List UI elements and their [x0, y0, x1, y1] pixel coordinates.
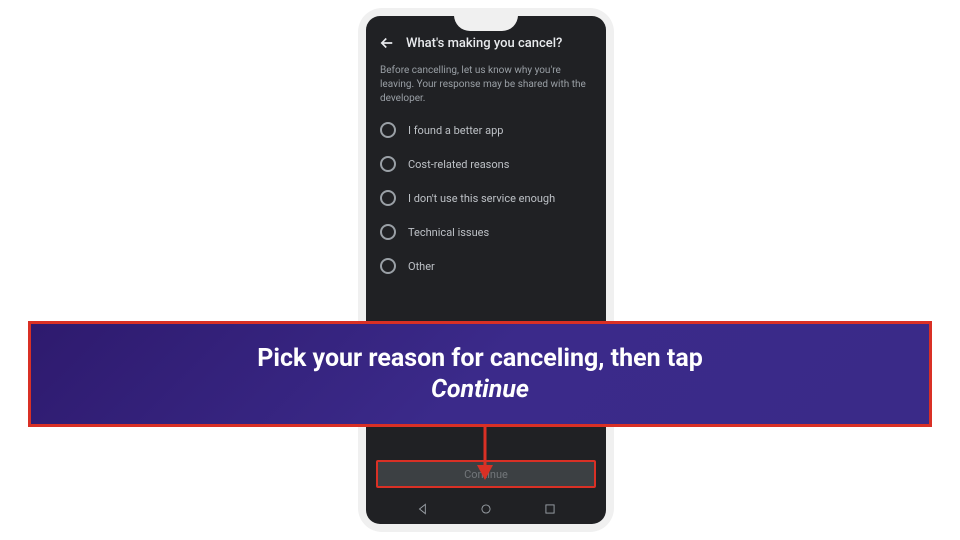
option-label: I found a better app	[408, 124, 503, 137]
option-better-app[interactable]: I found a better app	[380, 122, 592, 138]
option-technical[interactable]: Technical issues	[380, 224, 592, 240]
radio-icon	[380, 258, 396, 274]
option-label: Technical issues	[408, 226, 489, 239]
radio-icon	[380, 190, 396, 206]
notch	[454, 16, 518, 31]
cancel-subtitle: Before cancelling, let us know why you'r…	[366, 60, 606, 116]
phone-screen: What's making you cancel? Before cancell…	[366, 16, 606, 524]
nav-home-icon[interactable]	[479, 502, 493, 516]
callout-text-line1: Pick your reason for canceling, then tap	[257, 343, 703, 374]
instruction-callout: Pick your reason for canceling, then tap…	[28, 321, 932, 427]
nav-back-icon[interactable]	[416, 502, 430, 516]
page-title: What's making you cancel?	[406, 36, 562, 51]
option-dont-use[interactable]: I don't use this service enough	[380, 190, 592, 206]
continue-button-label: Continue	[464, 468, 508, 481]
option-label: I don't use this service enough	[408, 192, 555, 205]
option-label: Cost-related reasons	[408, 158, 509, 171]
back-arrow-icon[interactable]	[378, 34, 396, 52]
nav-recent-icon[interactable]	[543, 502, 557, 516]
radio-icon	[380, 156, 396, 172]
option-cost[interactable]: Cost-related reasons	[380, 156, 592, 172]
android-nav-bar	[366, 496, 606, 524]
radio-icon	[380, 122, 396, 138]
option-label: Other	[408, 260, 435, 273]
phone-frame: What's making you cancel? Before cancell…	[358, 8, 614, 532]
callout-text-line2: Continue	[431, 374, 529, 405]
radio-icon	[380, 224, 396, 240]
continue-button[interactable]: Continue	[376, 460, 596, 488]
cancel-options: I found a better app Cost-related reason…	[366, 116, 606, 280]
option-other[interactable]: Other	[380, 258, 592, 274]
